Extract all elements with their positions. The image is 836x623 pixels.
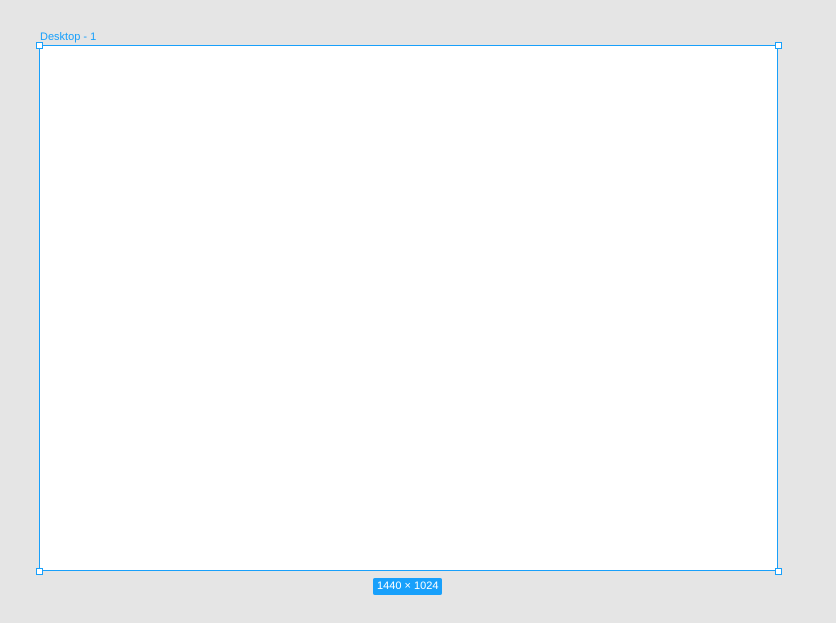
frame-size-badge: 1440 × 1024 — [373, 578, 443, 595]
frame-name-label[interactable]: Desktop - 1 — [40, 31, 96, 44]
selected-frame[interactable] — [39, 45, 778, 571]
resize-handle-top-left[interactable] — [36, 42, 43, 49]
resize-handle-top-right[interactable] — [775, 42, 782, 49]
design-canvas[interactable]: Desktop - 1 1440 × 1024 — [0, 0, 836, 623]
resize-handle-bottom-right[interactable] — [775, 568, 782, 575]
resize-handle-bottom-left[interactable] — [36, 568, 43, 575]
